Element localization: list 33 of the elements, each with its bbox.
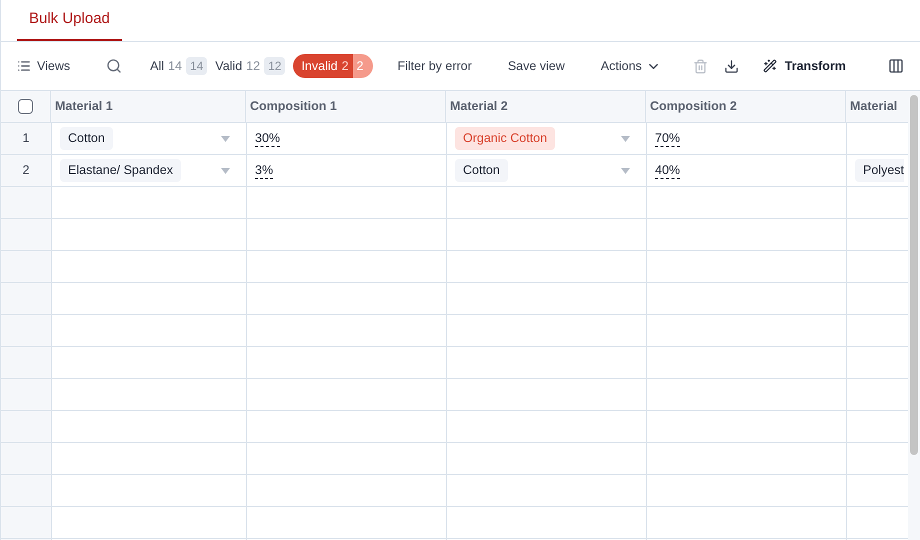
scrollbar-thumb[interactable] bbox=[910, 95, 918, 455]
row-number: 1 bbox=[1, 123, 52, 155]
filter-chip[interactable]: Valid 12 12 bbox=[215, 54, 286, 78]
columns-button[interactable] bbox=[888, 58, 904, 74]
dropdown-caret-icon[interactable] bbox=[621, 136, 630, 142]
percentage-value[interactable]: 70% bbox=[655, 130, 680, 146]
select-chip[interactable]: Elastane/ Spandex bbox=[60, 159, 181, 182]
transform-button[interactable]: Transform bbox=[762, 56, 846, 76]
views-button[interactable]: Views bbox=[13, 56, 74, 76]
save-view-button[interactable]: Save view bbox=[508, 56, 565, 76]
select-chip[interactable]: Polyest bbox=[855, 159, 904, 182]
column-header: Material 2 bbox=[446, 91, 646, 123]
actions-button[interactable]: Actions bbox=[600, 56, 661, 76]
dropdown-caret-icon[interactable] bbox=[221, 136, 230, 142]
percentage-value[interactable]: 40% bbox=[655, 162, 680, 178]
dropdown-caret-icon[interactable] bbox=[621, 168, 630, 174]
column-header: Composition 1 bbox=[246, 91, 446, 123]
wand-icon bbox=[762, 59, 777, 73]
select-chip[interactable]: Cotton bbox=[455, 159, 508, 182]
row-number: 2 bbox=[1, 155, 52, 187]
list-icon bbox=[17, 59, 31, 73]
select-chip[interactable]: Cotton bbox=[60, 127, 113, 150]
percentage-value[interactable]: 30% bbox=[255, 130, 280, 146]
select-chip[interactable]: Organic Cotton bbox=[455, 127, 556, 150]
percentage-value[interactable]: 3% bbox=[255, 162, 274, 178]
download-button[interactable] bbox=[724, 58, 739, 74]
checkbox[interactable] bbox=[18, 99, 33, 114]
dropdown-caret-icon[interactable] bbox=[221, 168, 230, 174]
filter-chip[interactable]: All 14 14 bbox=[150, 54, 208, 78]
tab[interactable]: Bulk Upload bbox=[17, 0, 122, 41]
filter-by-error-button[interactable]: Filter by error bbox=[397, 56, 472, 76]
column-header: Material 1 bbox=[51, 91, 246, 123]
column-header: Composition 2 bbox=[646, 91, 846, 123]
